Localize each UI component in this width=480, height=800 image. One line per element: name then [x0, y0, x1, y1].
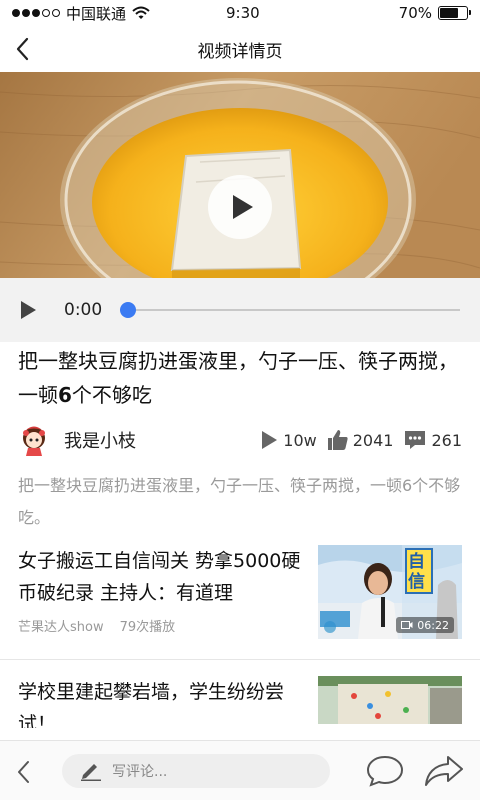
player-controls: 0:00: [0, 278, 480, 342]
play-button[interactable]: [208, 175, 272, 239]
related-title[interactable]: 女子搬运工自信闯关 势拿5000硬币破纪录 主持人：有道理: [18, 545, 314, 609]
play-count-icon: [262, 431, 278, 449]
views-stat: 10w: [259, 430, 317, 450]
likes-count: 2041: [352, 430, 394, 450]
headline-text-end: 个不够吃: [71, 383, 152, 407]
thumbs-up-icon: [327, 430, 348, 450]
status-time: 9:30: [226, 4, 260, 22]
related-thumbnail[interactable]: [318, 676, 462, 724]
pencil-icon: [81, 764, 101, 781]
comment-bubble-icon: [405, 431, 426, 449]
status-right: 70%: [398, 4, 471, 22]
comments-count: 261: [431, 430, 462, 450]
related-plays: 79次播放: [119, 620, 176, 635]
page-title: 视频详情页: [197, 41, 283, 62]
avatar[interactable]: [18, 424, 50, 456]
status-bar: 中国联通 9:30 70%: [0, 0, 480, 26]
headline-emphasis: 6: [58, 383, 72, 407]
likes-stat[interactable]: 2041: [327, 429, 394, 451]
comment-input[interactable]: 写评论...: [62, 754, 330, 788]
bottom-bar: 写评论...: [0, 740, 480, 800]
battery-icon: [438, 6, 471, 20]
thumb-text: 自信: [408, 552, 425, 592]
progress-slider[interactable]: [120, 302, 460, 318]
play-icon: [233, 195, 253, 219]
progress-knob[interactable]: [120, 302, 136, 318]
share-icon[interactable]: [424, 755, 464, 787]
related-item[interactable]: 女子搬运工自信闯关 势拿5000硬币破纪录 主持人：有道理 芒果达人show 7…: [0, 545, 480, 660]
carrier-name: 中国联通: [66, 4, 127, 23]
back-icon[interactable]: [12, 36, 36, 62]
comment-placeholder: 写评论...: [112, 764, 168, 780]
status-left: 中国联通: [12, 3, 150, 24]
back-icon[interactable]: [14, 759, 32, 785]
signal-icon: [12, 9, 60, 17]
comment-icon[interactable]: [366, 755, 404, 787]
author-name[interactable]: 我是小枝: [64, 427, 136, 453]
battery-percent: 70%: [398, 4, 432, 22]
related-thumbnail[interactable]: 自信 06:22: [318, 545, 462, 639]
comments-stat[interactable]: 261: [403, 429, 462, 451]
author-row: 我是小枝 10w 2041 261: [18, 424, 462, 456]
related-item[interactable]: 学校里建起攀岩墙，学生纷纷尝试！: [0, 676, 480, 728]
play-icon[interactable]: [18, 300, 38, 320]
current-time: 0:00: [64, 300, 103, 320]
progress-track: [120, 309, 460, 311]
views-count: 10w: [283, 430, 317, 450]
thumbnail-image: [318, 676, 462, 724]
article-headline: 把一整块豆腐扔进蛋液里，勺子一压、筷子两搅，一顿6个不够吃: [18, 344, 464, 412]
video-player[interactable]: [0, 72, 480, 278]
article-summary: 把一整块豆腐扔进蛋液里，勺子一压、筷子两搅，一顿6个不够吃。: [18, 476, 461, 527]
related-title[interactable]: 学校里建起攀岩墙，学生纷纷尝试！: [18, 676, 314, 728]
wifi-icon: [132, 6, 150, 19]
related-source: 芒果达人show: [18, 620, 104, 635]
duration-badge: 06:22: [396, 617, 454, 633]
nav-bar: 视频详情页: [0, 26, 480, 72]
duration-text: 06:22: [417, 618, 449, 632]
related-meta: 芒果达人show 79次播放: [18, 616, 175, 635]
stats: 10w 2041 261: [259, 429, 462, 451]
video-camera-icon: [401, 621, 413, 629]
